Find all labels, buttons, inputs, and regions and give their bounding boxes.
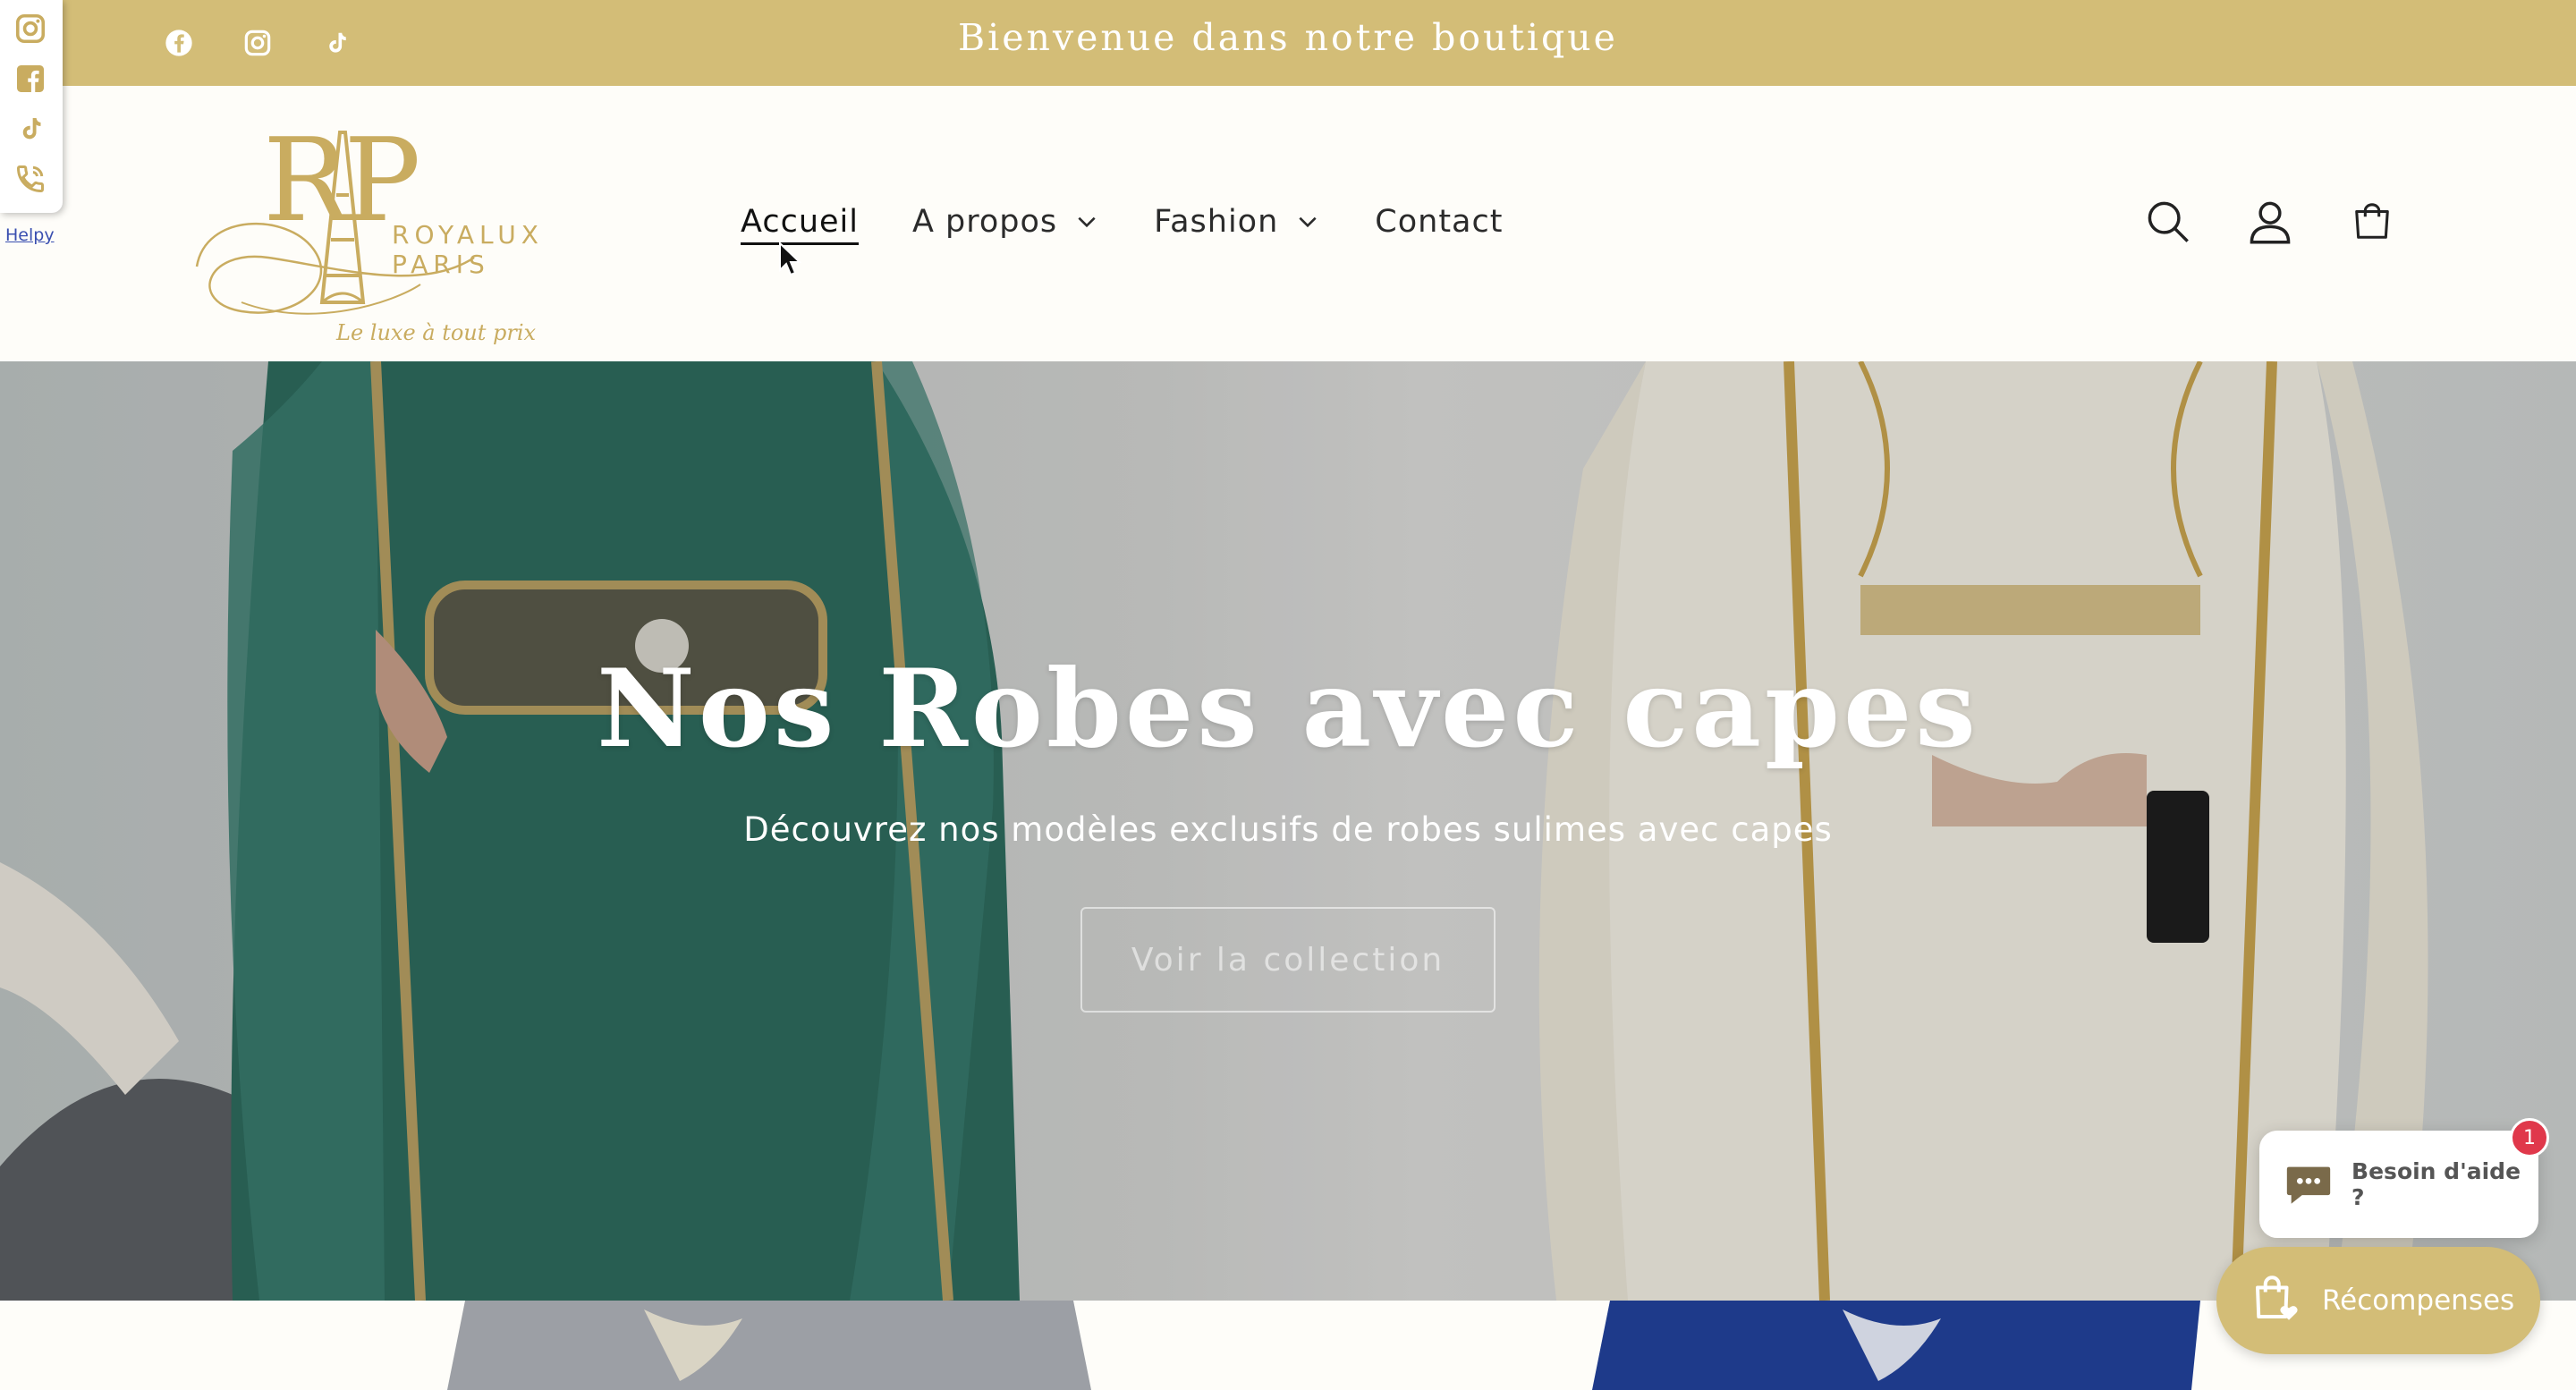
helpy-label[interactable]: Helpy	[5, 225, 55, 245]
hero-banner: Nos Robes avec capes Découvrez nos modèl…	[0, 361, 2576, 1301]
rewards-button[interactable]: Récompenses	[2216, 1247, 2540, 1354]
chat-widget[interactable]: Besoin d'aide ? 1	[2259, 1118, 2549, 1238]
notification-badge: 1	[2510, 1118, 2549, 1157]
chat-label: Besoin d'aide ?	[2351, 1158, 2521, 1210]
announcement-bar: Bienvenue dans notre boutique	[0, 0, 2576, 86]
search-icon[interactable]	[2143, 197, 2193, 247]
nav-item-label: Contact	[1375, 204, 1504, 240]
helpy-widget	[0, 0, 63, 213]
store-logo[interactable]: RP ROYALUX PARIS Le luxe à tout prix	[188, 106, 617, 347]
nav-item-label: Fashion	[1154, 204, 1279, 240]
chevron-down-icon	[1075, 210, 1098, 233]
next-section-preview	[0, 1301, 2576, 1390]
view-collection-button[interactable]: Voir la collection	[1080, 907, 1496, 1013]
hero-title: Nos Robes avec capes	[597, 646, 1979, 772]
chat-bubble-icon	[2281, 1157, 2335, 1212]
collection-preview-images	[447, 1301, 2200, 1390]
cart-icon[interactable]	[2347, 197, 2397, 247]
shopping-bag-heart-icon	[2249, 1272, 2302, 1329]
announcement-message: Bienvenue dans notre boutique	[958, 16, 1618, 59]
nav-item-contact[interactable]: Contact	[1375, 204, 1503, 240]
nav-item-label: Accueil	[741, 204, 859, 240]
header-icons	[2143, 197, 2397, 247]
tiktok-icon[interactable]	[13, 111, 48, 147]
hero-subtitle: Découvrez nos modèles exclusifs de robes…	[743, 810, 1833, 849]
logo-brand-name: ROYALUX PARIS	[392, 220, 544, 279]
nav-item-accueil[interactable]: Accueil	[741, 204, 859, 240]
chevron-down-icon	[1296, 210, 1319, 233]
site-header: RP ROYALUX PARIS Le luxe à tout prix Acc…	[0, 86, 2576, 361]
mouse-cursor-icon	[779, 242, 801, 276]
nav-item-fashion[interactable]: Fashion	[1154, 204, 1319, 240]
phone-icon[interactable]	[13, 161, 48, 197]
account-icon[interactable]	[2245, 197, 2295, 247]
nav-item-a-propos[interactable]: A propos	[912, 204, 1098, 240]
rewards-label: Récompenses	[2322, 1284, 2515, 1317]
main-nav: Accueil A propos Fashion Contact	[741, 204, 1503, 240]
nav-item-label: A propos	[911, 204, 1058, 240]
instagram-icon[interactable]	[13, 11, 48, 47]
logo-tagline: Le luxe à tout prix	[336, 320, 537, 345]
facebook-icon[interactable]	[13, 61, 48, 97]
